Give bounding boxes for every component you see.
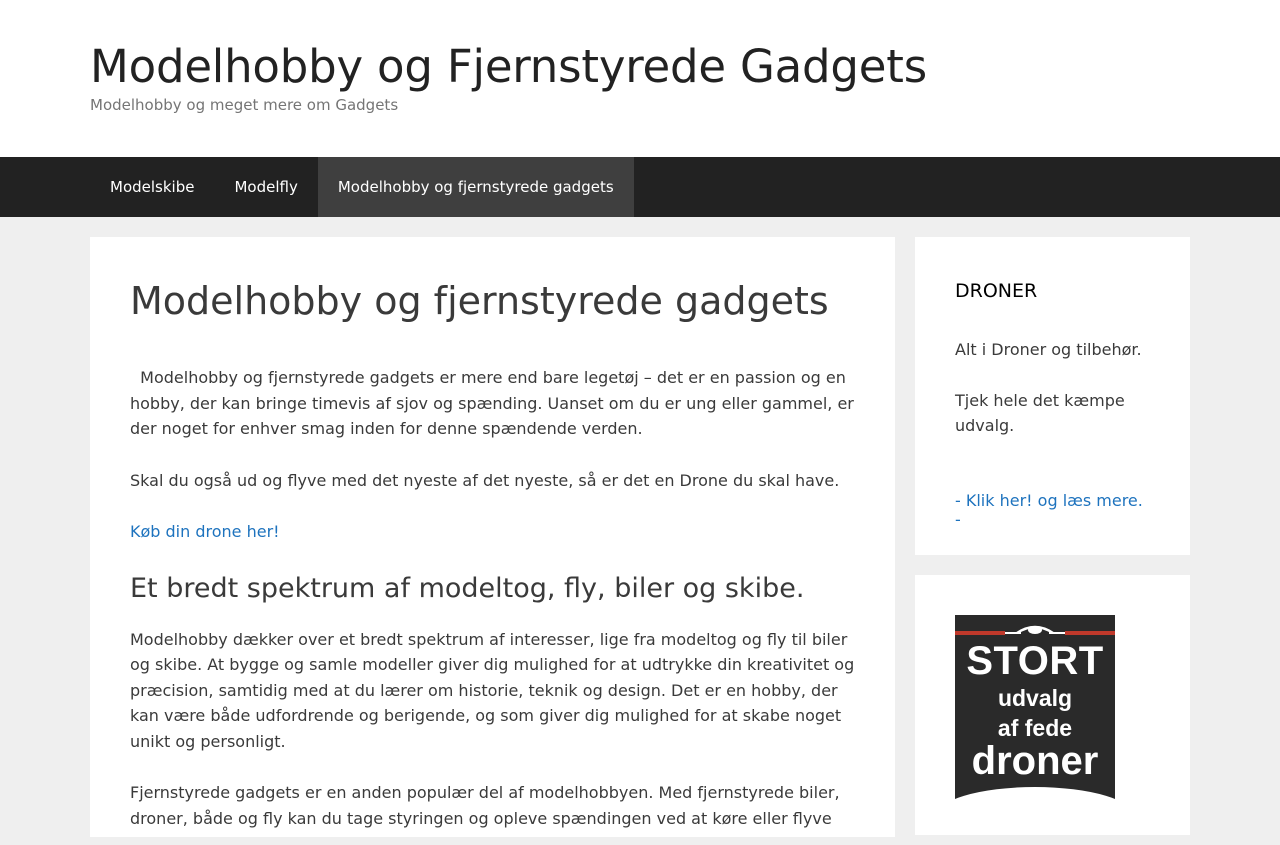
site-tagline: Modelhobby og meget mere om Gadgets [90, 96, 399, 114]
buy-drone-link[interactable]: Køb din drone her! [130, 522, 280, 541]
article-title: Modelhobby og fjernstyrede gadgets [130, 279, 829, 323]
drone-icon [1005, 625, 1065, 635]
widget-title: DRONER [955, 280, 1038, 302]
widget-text-1: Alt i Droner og tilbehør. [955, 340, 1142, 359]
nav-item-modelskibe[interactable]: Modelskibe [90, 157, 214, 217]
widget-spacer [955, 464, 1150, 491]
article-body: Modelhobby og fjernstyrede gadgets Model… [90, 237, 895, 837]
nav-item-modelhobby-current[interactable]: Modelhobby og fjernstyrede gadgets [317, 157, 634, 217]
banner-text-af-fede: af fede [997, 715, 1073, 741]
sidebar-widget-droner: DRONER Alt i Droner og tilbehør. Tjek he… [915, 237, 1190, 555]
banner-curve [955, 787, 1115, 805]
article-container: Modelhobby og fjernstyrede gadgets Model… [90, 237, 895, 837]
banner-text-stort: STORT [966, 639, 1104, 683]
main-navigation: Modelskibe Modelfly Modelhobby og fjerns… [0, 157, 1280, 217]
banner-text-udvalg: udvalg [997, 685, 1073, 711]
banner-stripe-left [955, 631, 1005, 635]
widget-text-2: Tjek hele det kæmpe udvalg. [955, 390, 1125, 436]
article-paragraph-gadgets: Fjernstyrede gadgets er en anden populær… [130, 783, 840, 837]
article-subheading: Et bredt spektrum af modeltog, fly, bile… [130, 572, 805, 604]
article-paragraph-spectrum: Modelhobby dækker over et bredt spektrum… [130, 629, 855, 751]
article-paragraph-drone: Skal du også ud og flyve med det nyeste … [130, 470, 840, 490]
site-title[interactable]: Modelhobby og Fjernstyrede Gadgets [90, 40, 927, 93]
read-more-link[interactable]: - Klik her! og læs mere. - [955, 491, 1143, 529]
drone-banner-ad[interactable]: STORT udvalg af fede droner [955, 615, 1115, 805]
banner-text-droner: droner [971, 739, 1099, 783]
nav-menu: Modelskibe Modelfly Modelhobby og fjerns… [90, 157, 634, 217]
nav-item-modelfly[interactable]: Modelfly [214, 157, 317, 217]
site-header: Modelhobby og Fjernstyrede Gadgets Model… [0, 0, 1280, 157]
article-link-paragraph: Køb din drone her! [130, 519, 855, 545]
article-paragraph-intro: Modelhobby og fjernstyrede gadgets er me… [130, 368, 859, 438]
sidebar-widget-banner: STORT udvalg af fede droner [915, 575, 1190, 835]
banner-stripe-right [1065, 631, 1115, 635]
